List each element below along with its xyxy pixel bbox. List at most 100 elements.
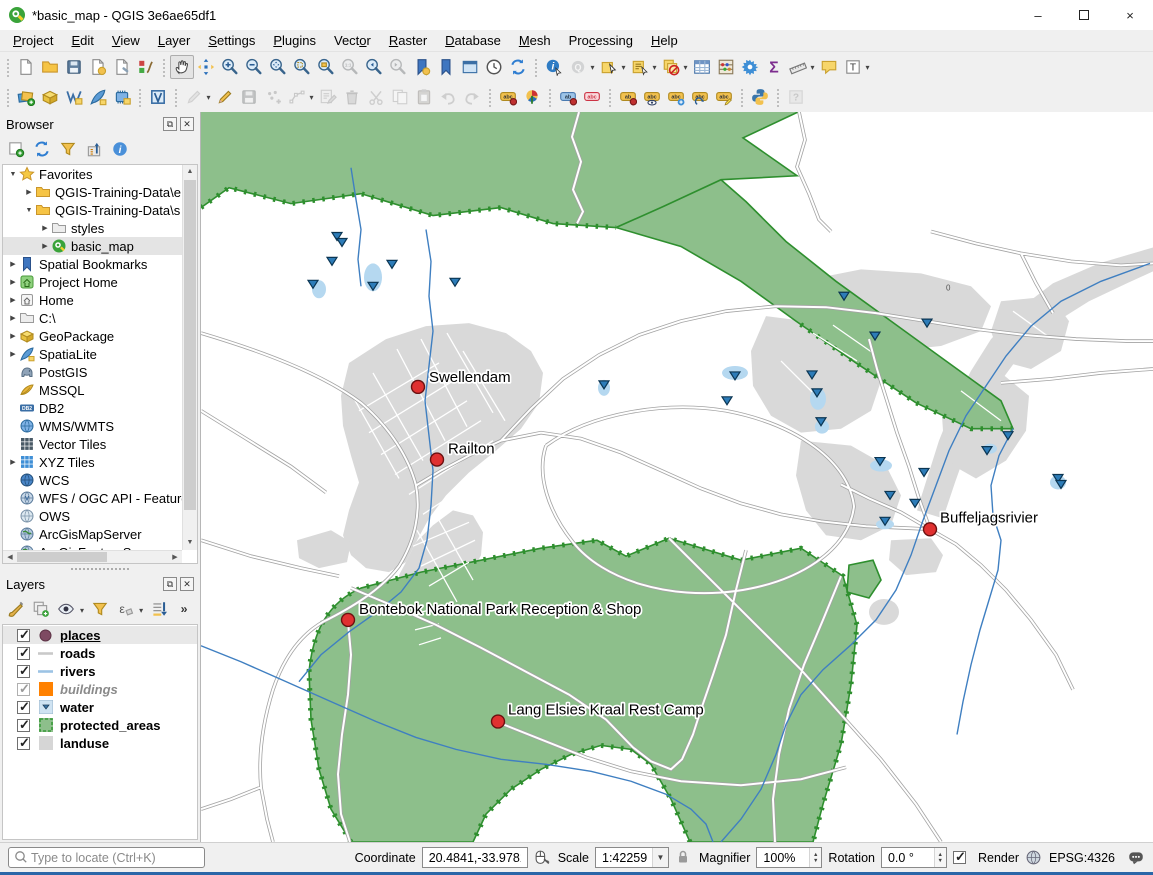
map-themes-dropdown-arrow-icon[interactable]: ▾ <box>78 606 87 615</box>
show-hide-labels-button[interactable]: abc <box>640 85 664 109</box>
magnifier-spinner[interactable]: 100% ▲▼ <box>756 847 822 868</box>
expander-closed-icon[interactable]: ▶ <box>7 278 19 286</box>
style-manager-button[interactable] <box>134 55 158 79</box>
scroll-up-arrow-icon[interactable]: ▲ <box>183 165 197 179</box>
statistics-panel-button[interactable]: Σ <box>762 55 786 79</box>
expander-closed-icon[interactable]: ▶ <box>7 314 19 322</box>
save-project-button[interactable] <box>62 55 86 79</box>
render-checkbox[interactable] <box>953 851 966 864</box>
show-bookmarks-button[interactable] <box>434 55 458 79</box>
layer-checkbox-landuse[interactable] <box>17 737 30 750</box>
toolbar-grip[interactable] <box>161 57 167 77</box>
expander-closed-icon[interactable]: ▶ <box>39 224 51 232</box>
map-themes-button[interactable] <box>54 598 77 622</box>
toolbar-grip[interactable] <box>533 57 539 77</box>
properties-widget-button[interactable]: i <box>108 138 132 162</box>
new-memory-layer-button[interactable] <box>110 85 134 109</box>
browser-item-home[interactable]: ▶Home <box>3 291 182 309</box>
mouse-position-icon[interactable] <box>534 849 552 867</box>
spinner-arrows-icon[interactable]: ▲▼ <box>934 848 946 867</box>
expander-closed-icon[interactable]: ▶ <box>7 260 19 268</box>
temporal-controller-button[interactable] <box>482 55 506 79</box>
map-canvas[interactable]: SwellendamRailtonBuffeljagsrivierBontebo… <box>201 112 1153 842</box>
browser-item-c-[interactable]: ▶C:\ <box>3 309 182 327</box>
overflow-button[interactable]: » <box>173 598 196 622</box>
expander-closed-icon[interactable]: ▶ <box>7 458 19 466</box>
new-spatialite-layer-button[interactable] <box>86 85 110 109</box>
rotate-label-button[interactable]: abc <box>688 85 712 109</box>
chevron-down-icon[interactable]: ▼ <box>652 848 668 867</box>
messages-icon[interactable] <box>1127 849 1145 867</box>
menu-processing[interactable]: Processing <box>560 31 642 50</box>
crs-globe-icon[interactable] <box>1025 849 1043 867</box>
filter-legend-button[interactable] <box>88 598 111 622</box>
menu-vector[interactable]: Vector <box>325 31 380 50</box>
select-by-value-button[interactable] <box>628 55 652 79</box>
refresh-browser-button[interactable] <box>30 138 54 162</box>
data-source-manager-button[interactable] <box>14 85 38 109</box>
maximize-button[interactable] <box>1061 0 1107 30</box>
layout-manager-button[interactable] <box>110 55 134 79</box>
browser-horizontal-scrollbar[interactable]: ◀ ▶ <box>3 550 182 563</box>
layer-row-places[interactable]: places <box>3 626 197 644</box>
scroll-right-arrow-icon[interactable]: ▶ <box>168 551 182 563</box>
layer-row-roads[interactable]: roads <box>3 644 197 662</box>
zoom-in-button[interactable] <box>218 55 242 79</box>
layer-checkbox-places[interactable] <box>17 629 30 642</box>
expander-open-icon[interactable]: ▼ <box>7 171 19 178</box>
layer-checkbox-water[interactable] <box>17 701 30 714</box>
layer-row-landuse[interactable]: landuse <box>3 734 197 752</box>
browser-item-spatial-bookmarks[interactable]: ▶Spatial Bookmarks <box>3 255 182 273</box>
browser-item-postgis[interactable]: PostGIS <box>3 363 182 381</box>
filter-browser-button[interactable] <box>56 138 80 162</box>
spinner-arrows-icon[interactable]: ▲▼ <box>809 848 821 867</box>
menu-plugins[interactable]: Plugins <box>264 31 325 50</box>
browser-vertical-scrollbar[interactable]: ▲ ▼ <box>182 165 197 550</box>
expander-closed-icon[interactable]: ▶ <box>7 296 19 304</box>
lock-icon[interactable] <box>675 849 693 867</box>
layer-labeling-button[interactable]: abc <box>496 85 520 109</box>
toolbar-grip[interactable] <box>487 87 493 107</box>
change-label-button[interactable]: abc <box>712 85 736 109</box>
menu-help[interactable]: Help <box>642 31 687 50</box>
browser-item-qgis-training-data-e[interactable]: ▶QGIS-Training-Data\e <box>3 183 182 201</box>
browser-item-arcgisfeatureserver[interactable]: ArcGisFeatureServer <box>3 543 182 550</box>
locate-box[interactable] <box>8 847 205 868</box>
browser-item-mssql[interactable]: MSSQL <box>3 381 182 399</box>
toolbar-grip[interactable] <box>547 87 553 107</box>
new-virtual-layer-button[interactable] <box>146 85 170 109</box>
filter-expression-dropdown-arrow-icon[interactable]: ▾ <box>137 606 146 615</box>
browser-item-db2[interactable]: DB2DB2 <box>3 399 182 417</box>
layer-checkbox-buildings[interactable] <box>17 683 30 696</box>
layer-checkbox-protected_areas[interactable] <box>17 719 30 732</box>
map-tips-button[interactable] <box>817 55 841 79</box>
expander-closed-icon[interactable]: ▶ <box>39 242 51 250</box>
pan-to-selection-button[interactable] <box>194 55 218 79</box>
browser-item-wcs[interactable]: WCS <box>3 471 182 489</box>
layers-float-button[interactable]: ⧉ <box>163 577 177 591</box>
layer-diagram-button[interactable] <box>520 85 544 109</box>
layer-row-water[interactable]: water <box>3 698 197 716</box>
new-bookmark-button[interactable] <box>410 55 434 79</box>
measure-button[interactable] <box>786 55 810 79</box>
browser-item-xyz-tiles[interactable]: ▶XYZ Tiles <box>3 453 182 471</box>
rotation-spinner[interactable]: 0.0 ° ▲▼ <box>881 847 947 868</box>
menu-layer[interactable]: Layer <box>149 31 200 50</box>
add-selected-layers-button[interactable] <box>4 138 28 162</box>
browser-close-button[interactable]: ✕ <box>180 117 194 131</box>
layer-row-rivers[interactable]: rivers <box>3 662 197 680</box>
minimize-button[interactable]: – <box>1015 0 1061 30</box>
filter-expression-button[interactable]: ε <box>114 598 137 622</box>
expander-closed-icon[interactable]: ▶ <box>23 188 35 196</box>
open-attribute-table-button[interactable] <box>690 55 714 79</box>
highlight-unplaced-labels-button[interactable]: abc <box>580 85 604 109</box>
refresh-map-button[interactable] <box>506 55 530 79</box>
layer-row-protected_areas[interactable]: protected_areas <box>3 716 197 734</box>
save-as-template-button[interactable] <box>86 55 110 79</box>
browser-item-wms-wmts[interactable]: WMS/WMTS <box>3 417 182 435</box>
move-label-button[interactable]: abc <box>664 85 688 109</box>
text-annotation-button[interactable]: T <box>841 55 865 79</box>
menu-project[interactable]: Project <box>4 31 62 50</box>
select-features-button[interactable] <box>597 55 621 79</box>
scrollbar-thumb[interactable] <box>184 180 196 510</box>
